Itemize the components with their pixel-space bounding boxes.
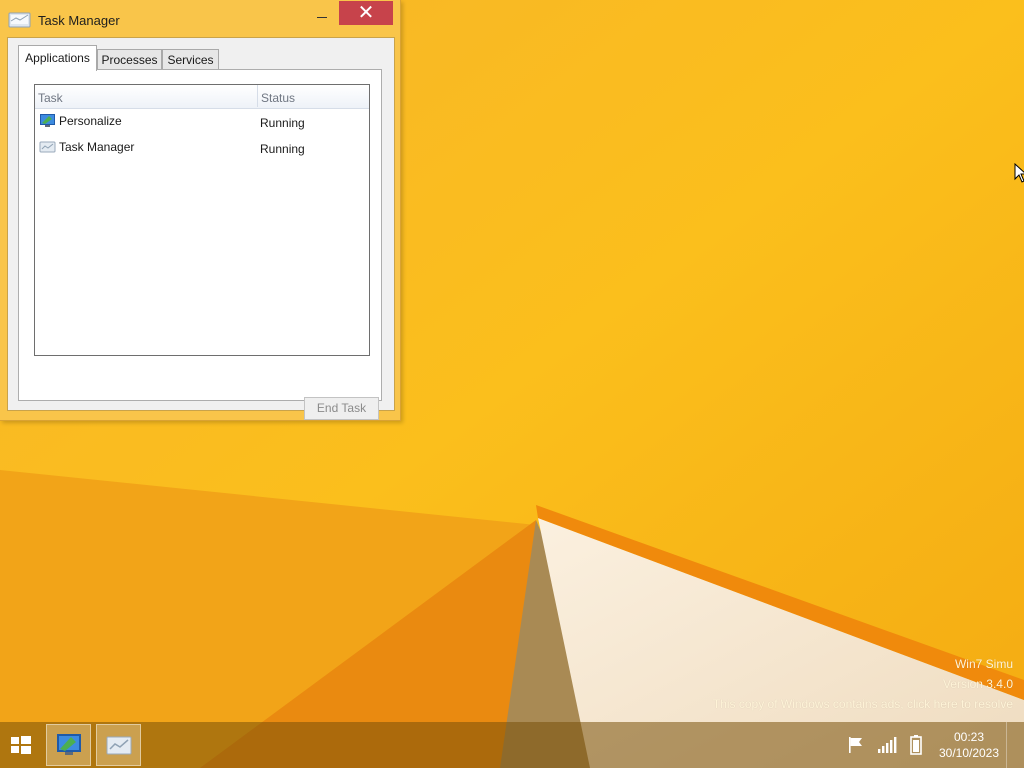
- task-manager-icon: [106, 736, 132, 755]
- task-name: Task Manager: [59, 140, 135, 154]
- column-header-status[interactable]: Status: [261, 91, 295, 105]
- mouse-cursor-icon: [1014, 163, 1024, 183]
- window-title: Task Manager: [38, 13, 120, 28]
- personalize-icon: [40, 114, 55, 127]
- end-task-button[interactable]: End Task: [304, 397, 379, 420]
- applications-panel: Task Status Personalize Running Task Man…: [18, 69, 382, 420]
- flag-icon[interactable]: [846, 735, 866, 755]
- taskbar-app-task-manager[interactable]: [96, 724, 141, 766]
- clock-date[interactable]: 30/10/2023: [930, 746, 1008, 760]
- start-button-windows-icon[interactable]: [0, 722, 42, 768]
- task-manager-icon: [39, 141, 56, 153]
- tab-applications[interactable]: Applications: [18, 45, 97, 71]
- personalize-icon: [57, 734, 81, 755]
- battery-icon[interactable]: [909, 734, 923, 756]
- task-manager-icon: [8, 12, 31, 28]
- clock-time[interactable]: 00:23: [938, 730, 1000, 744]
- list-header: Task Status: [35, 85, 369, 109]
- task-name: Personalize: [59, 114, 122, 128]
- table-row[interactable]: Personalize Running: [35, 109, 369, 133]
- task-status: Running: [260, 116, 305, 130]
- task-list[interactable]: Task Status Personalize Running Task Man…: [34, 84, 370, 356]
- taskbar-app-personalize[interactable]: [46, 724, 91, 766]
- taskbar: 00:23 30/10/2023: [0, 722, 1024, 768]
- task-manager-window: Task Manager ✕ Applications Processes Se…: [0, 0, 401, 421]
- column-divider[interactable]: [257, 85, 258, 107]
- signal-icon[interactable]: [876, 735, 898, 755]
- minimize-button[interactable]: [306, 2, 336, 26]
- title-bar[interactable]: Task Manager ✕: [0, 0, 400, 36]
- close-button[interactable]: ✕: [339, 1, 393, 25]
- show-desktop-button[interactable]: [1006, 722, 1007, 768]
- tab-services[interactable]: Services: [162, 49, 219, 70]
- activation-notice-link[interactable]: This copy of Windows contains ads, click…: [713, 697, 1013, 711]
- task-status: Running: [260, 142, 305, 156]
- table-row[interactable]: Task Manager Running: [35, 135, 369, 159]
- window-client-area: Applications Processes Services Task Sta…: [7, 37, 395, 420]
- column-header-task[interactable]: Task: [38, 91, 63, 105]
- watermark-version: Version 3.4.0: [942, 677, 1013, 691]
- watermark-product: Win7 Simu: [954, 657, 1013, 671]
- tab-processes[interactable]: Processes: [97, 49, 162, 70]
